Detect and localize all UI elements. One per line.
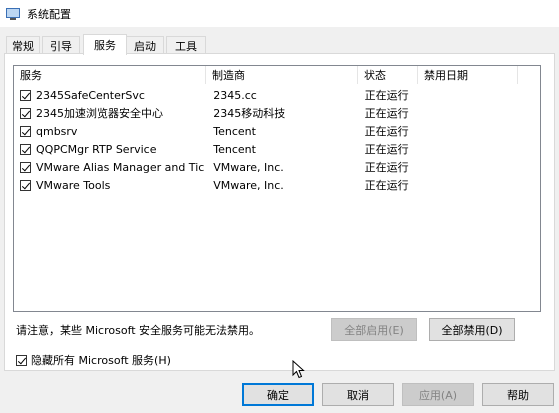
ok-button[interactable]: 确定	[242, 383, 314, 406]
service-checkbox[interactable]	[20, 89, 31, 101]
ms-services-note: 请注意，某些 Microsoft 安全服务可能无法禁用。	[16, 324, 261, 337]
cancel-button[interactable]: 取消	[322, 383, 394, 406]
table-row[interactable]: 2345加速浏览器安全中心 2345移动科技 正在运行	[14, 104, 540, 122]
services-list[interactable]: 服务 制造商 状态 禁用日期 2345SafeCenterSvc 2345.cc…	[13, 65, 541, 312]
title-bar: 系统配置	[0, 0, 559, 27]
service-manufacturer: 2345移动科技	[213, 107, 286, 120]
service-status: 正在运行	[364, 89, 409, 102]
service-manufacturer: Tencent	[213, 142, 256, 156]
hide-ms-checkbox[interactable]	[16, 354, 27, 366]
service-manufacturer: VMware, Inc.	[213, 160, 284, 174]
service-status: 正在运行	[364, 107, 409, 120]
mouse-cursor-icon	[292, 360, 305, 379]
tab-general[interactable]: 常规	[6, 36, 40, 54]
column-header-status[interactable]: 状态	[358, 66, 418, 84]
service-name: 2345SafeCenterSvc	[36, 88, 145, 102]
service-checkbox[interactable]	[20, 143, 31, 155]
service-status: 正在运行	[364, 143, 409, 156]
tab-services[interactable]: 服务	[83, 34, 127, 55]
service-name: VMware Alias Manager and Tick...	[36, 160, 206, 174]
help-button[interactable]: 帮助	[482, 383, 554, 406]
service-status: 正在运行	[364, 125, 409, 138]
service-name: QQPCMgr RTP Service	[36, 142, 157, 156]
column-header-service[interactable]: 服务	[14, 66, 206, 84]
service-manufacturer: VMware, Inc.	[213, 178, 284, 192]
service-checkbox[interactable]	[20, 107, 31, 119]
table-row[interactable]: VMware Tools VMware, Inc. 正在运行	[14, 176, 540, 194]
table-row[interactable]: qmbsrv Tencent 正在运行	[14, 122, 540, 140]
list-rows: 2345SafeCenterSvc 2345.cc 正在运行 2345加速浏览器…	[14, 86, 540, 194]
tab-tools[interactable]: 工具	[166, 36, 206, 54]
table-row[interactable]: 2345SafeCenterSvc 2345.cc 正在运行	[14, 86, 540, 104]
disable-all-button[interactable]: 全部禁用(D)	[429, 318, 515, 341]
tab-startup[interactable]: 启动	[126, 36, 164, 54]
service-manufacturer: 2345.cc	[213, 88, 257, 102]
service-checkbox[interactable]	[20, 179, 31, 191]
service-status: 正在运行	[364, 179, 409, 192]
table-row[interactable]: QQPCMgr RTP Service Tencent 正在运行	[14, 140, 540, 158]
list-header: 服务 制造商 状态 禁用日期	[14, 66, 540, 84]
tab-boot[interactable]: 引导	[42, 36, 80, 54]
service-name: VMware Tools	[36, 178, 111, 192]
hide-ms-services-toggle[interactable]: 隐藏所有 Microsoft 服务(H)	[16, 352, 171, 368]
enable-all-button[interactable]: 全部启用(E)	[331, 318, 417, 341]
service-checkbox[interactable]	[20, 125, 31, 137]
service-manufacturer: Tencent	[213, 124, 256, 138]
table-row[interactable]: VMware Alias Manager and Tick... VMware,…	[14, 158, 540, 176]
service-name: qmbsrv	[36, 124, 78, 138]
tab-strip: 常规 引导 服务 启动 工具	[0, 34, 559, 55]
service-checkbox[interactable]	[20, 161, 31, 173]
hide-ms-label: 隐藏所有 Microsoft 服务(H)	[31, 354, 171, 367]
computer-icon	[6, 7, 20, 21]
column-header-manufacturer[interactable]: 制造商	[206, 66, 358, 84]
window-title: 系统配置	[27, 7, 71, 21]
service-status: 正在运行	[364, 161, 409, 174]
apply-button[interactable]: 应用(A)	[402, 383, 474, 406]
column-header-disabled-date[interactable]: 禁用日期	[418, 66, 518, 84]
service-name: 2345加速浏览器安全中心	[36, 107, 163, 120]
